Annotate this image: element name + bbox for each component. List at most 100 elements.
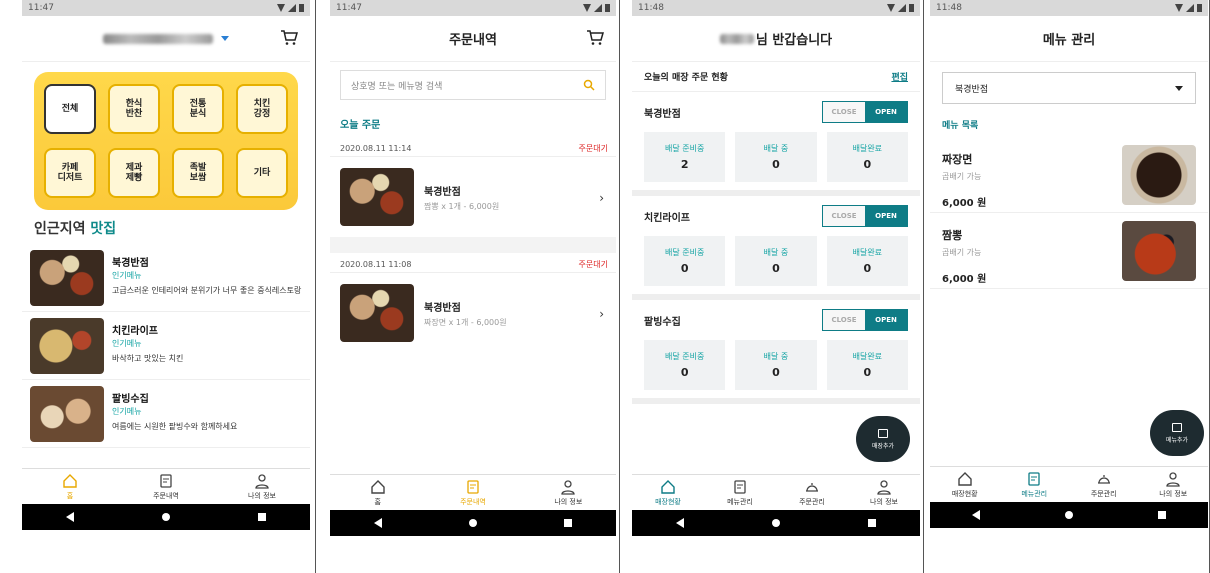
nav-menu-label: 메뉴관리 <box>1021 489 1048 498</box>
nav-menu-manage[interactable]: 메뉴관리 <box>1000 467 1070 502</box>
order-status: 주문대기 <box>578 260 608 269</box>
store-name: 팥빙수집 <box>644 316 681 328</box>
nav-store-status[interactable]: 매장현황 <box>930 467 1000 502</box>
store-select[interactable]: 북경반점 <box>942 72 1196 104</box>
home-button-icon[interactable] <box>468 519 477 527</box>
nav-orders[interactable]: 주문내역 <box>118 469 214 504</box>
stat-label: 배달완료 <box>852 144 883 153</box>
toggle-close[interactable]: CLOSE <box>823 310 865 330</box>
toggle-open[interactable]: OPEN <box>865 102 907 122</box>
nav-order-manage[interactable]: 주문관리 <box>1069 467 1139 502</box>
add-store-button[interactable]: 매장추가 <box>856 416 910 462</box>
toggle-close[interactable]: CLOSE <box>823 102 865 122</box>
category-cafe[interactable]: 카페 디저트 <box>44 148 96 198</box>
nav-profile[interactable]: 나의 정보 <box>521 475 616 510</box>
menu-item[interactable]: 짜장면 곱배기 가능 6,000 원 <box>930 137 1208 213</box>
cart-icon[interactable] <box>280 30 298 46</box>
search-input[interactable]: 상호명 또는 메뉴명 검색 <box>340 70 606 100</box>
stat-delivering: 배달 중 0 <box>735 132 817 182</box>
signal-icon <box>594 4 602 12</box>
receipt-icon <box>160 473 172 488</box>
store-name: 북경반점 <box>112 258 149 269</box>
store-image <box>30 318 104 374</box>
recents-icon[interactable] <box>258 513 266 521</box>
page-title: 주문내역 <box>449 33 497 48</box>
chevron-right-icon[interactable]: › <box>599 307 604 321</box>
nav-store-status[interactable]: 매장현황 <box>632 475 704 510</box>
nav-profile[interactable]: 나의 정보 <box>848 475 920 510</box>
open-close-toggle[interactable]: CLOSE OPEN <box>822 101 908 123</box>
toggle-open[interactable]: OPEN <box>865 206 907 226</box>
user-icon <box>877 479 891 495</box>
search-icon[interactable] <box>583 79 595 91</box>
nav-home[interactable]: 홈 <box>330 475 425 510</box>
category-chicken[interactable]: 치킨 강정 <box>236 84 288 134</box>
order-image <box>340 284 414 342</box>
receipt-icon <box>734 479 746 494</box>
home-button-icon[interactable] <box>1064 511 1073 519</box>
nav-profile[interactable]: 나의 정보 <box>214 469 310 504</box>
nav-profile[interactable]: 나의 정보 <box>1139 467 1209 502</box>
stat-value: 0 <box>680 262 689 275</box>
panel-orders: 11:47 주문내역 상호명 또는 메뉴명 검색 오늘 주문 2020.08.1… <box>315 0 619 573</box>
open-close-toggle[interactable]: CLOSE OPEN <box>822 309 908 331</box>
category-etc[interactable]: 기타 <box>236 148 288 198</box>
order-header: 2020.08.11 11:14 주문대기 <box>330 141 616 157</box>
home-button-icon[interactable] <box>772 519 780 527</box>
store-item[interactable]: 팔빙수집 인기메뉴 여름에는 시원한 팥빙수와 함께하세요 <box>22 380 310 448</box>
recents-icon[interactable] <box>868 519 876 527</box>
status-bar: 11:48 <box>930 0 1208 16</box>
back-icon[interactable] <box>972 510 981 520</box>
stat-value: 0 <box>772 158 780 171</box>
toggle-open[interactable]: OPEN <box>865 310 907 330</box>
store-popular: 인기메뉴 <box>112 407 142 416</box>
order-detail: 짜장면 x 1개 - 6,000원 <box>424 317 507 327</box>
panel-store-status: 11:48 님 반갑습니다 오늘의 매장 주문 현황 편집 북경반점 CLOSE… <box>619 0 923 573</box>
stat-label: 배달 준비중 <box>664 248 705 257</box>
edit-link[interactable]: 편집 <box>891 70 908 83</box>
stat-value: 0 <box>863 158 872 171</box>
battery-icon <box>605 4 610 12</box>
nav-profile-label: 나의 정보 <box>248 491 276 500</box>
add-menu-button[interactable]: 메뉴추가 <box>1150 410 1204 456</box>
cart-icon[interactable] <box>586 30 604 46</box>
order-item[interactable]: 북경반점 짜장면 x 1개 - 6,000원 › <box>330 273 616 353</box>
recents-icon[interactable] <box>564 519 573 527</box>
category-bakery[interactable]: 제과 제빵 <box>108 148 160 198</box>
stat-label: 배달 중 <box>763 248 789 257</box>
menu-info: 짜장면 곱배기 가능 6,000 원 <box>942 145 986 209</box>
home-button-icon[interactable] <box>162 513 170 521</box>
nav-order-manage[interactable]: 주문관리 <box>776 475 848 510</box>
nav-menu-manage[interactable]: 메뉴관리 <box>704 475 776 510</box>
nav-orders[interactable]: 주문내역 <box>425 475 520 510</box>
address-bar[interactable] <box>22 16 310 62</box>
back-icon[interactable] <box>66 512 74 522</box>
search-placeholder: 상호명 또는 메뉴명 검색 <box>351 81 443 92</box>
stat-value: 0 <box>680 366 689 379</box>
home-icon <box>370 479 385 494</box>
category-all[interactable]: 전체 <box>44 84 96 134</box>
store-popular: 인기메뉴 <box>112 339 142 348</box>
category-jokbal[interactable]: 족발 보쌈 <box>172 148 224 198</box>
status-time: 11:48 <box>936 3 962 13</box>
category-korean[interactable]: 한식 반찬 <box>108 84 160 134</box>
recents-icon[interactable] <box>1157 511 1166 519</box>
back-icon[interactable] <box>373 518 382 528</box>
status-bar: 11:47 <box>330 0 616 16</box>
menu-item[interactable]: 짬뽕 곱배기 가능 6,000 원 <box>930 213 1208 289</box>
store-item[interactable]: 치킨라이프 인기메뉴 바삭하고 맛있는 치킨 <box>22 312 310 380</box>
order-item[interactable]: 북경반점 짬뽕 x 1개 - 6,000원 › <box>330 157 616 237</box>
stat-label: 배달 중 <box>763 352 789 361</box>
nav-home[interactable]: 홈 <box>22 469 118 504</box>
bottom-nav: 매장현황 메뉴관리 주문관리 나의 정보 <box>930 466 1208 502</box>
order-info: 북경반점 짜장면 x 1개 - 6,000원 <box>414 299 507 328</box>
category-snack[interactable]: 전통 분식 <box>172 84 224 134</box>
chevron-right-icon[interactable]: › <box>599 191 604 205</box>
nav-profile-label: 나의 정보 <box>1159 489 1188 498</box>
toggle-close[interactable]: CLOSE <box>823 206 865 226</box>
open-close-toggle[interactable]: CLOSE OPEN <box>822 205 908 227</box>
store-item[interactable]: 북경반점 인기메뉴 고급스러운 인테리어와 분위기가 너무 좋은 중식레스토랑 <box>22 244 310 312</box>
chevron-down-icon[interactable] <box>221 36 229 41</box>
back-icon[interactable] <box>676 518 684 528</box>
nav-profile-label: 나의 정보 <box>554 497 583 506</box>
